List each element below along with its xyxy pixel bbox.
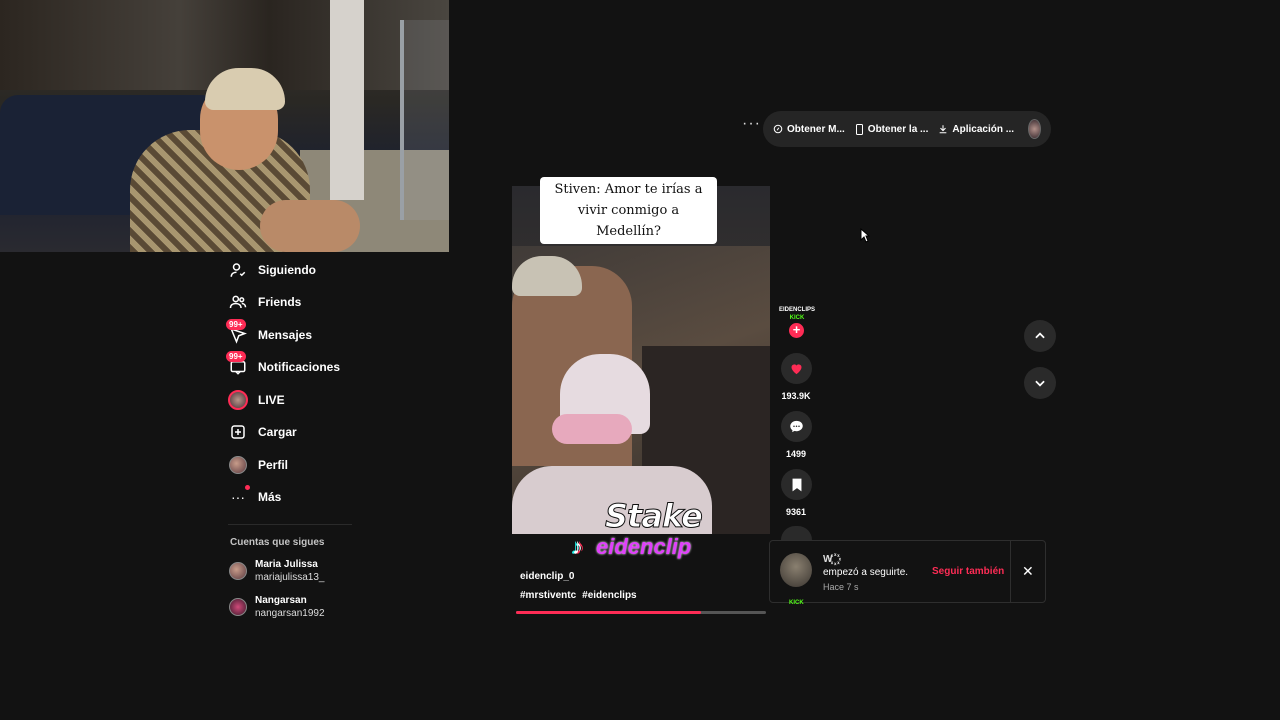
sidebar-item-notifications[interactable]: 99+ Notificaciones (226, 351, 341, 379)
sidebar-item-upload[interactable]: Cargar (228, 420, 297, 444)
next-video-button[interactable] (1024, 367, 1056, 399)
author-badge-text: EIDENCLIPS (779, 307, 816, 313)
share-button[interactable] (781, 526, 812, 540)
account-name: Nangarsan (255, 595, 307, 606)
phone-icon (855, 123, 863, 135)
notification-message: empezó a seguirte. (823, 567, 909, 578)
top-more-button[interactable]: ··· (742, 115, 761, 133)
account-name: Maria Julissa (255, 559, 318, 570)
close-icon[interactable]: ✕ (1022, 563, 1034, 580)
sidebar-divider (228, 524, 352, 525)
get-app-button[interactable]: Obtener la ... (855, 123, 929, 135)
following-account[interactable]: Maria Julissa mariajulissa13_ (229, 559, 324, 583)
sponsor-watermark: Stake (605, 497, 704, 536)
hashtag-link[interactable]: #mrstiventc (520, 590, 576, 601)
like-button[interactable] (781, 353, 812, 384)
mouse-cursor-icon (860, 228, 870, 243)
chevron-down-icon (1035, 380, 1045, 387)
notifications-badge: 99+ (226, 351, 246, 362)
live-icon (228, 390, 248, 410)
download-icon (940, 125, 947, 134)
messages-icon: 99+ (226, 319, 248, 345)
sidebar-item-label: Mensajes (258, 328, 313, 342)
follow-back-button[interactable]: Seguir también (932, 566, 1004, 577)
top-toolbar: Obtener M... Obtener la ... Aplicación .… (763, 111, 1051, 147)
follow-author-button[interactable]: + (789, 323, 804, 338)
sidebar-item-label: Perfil (258, 458, 289, 472)
comment-count: 1499 (785, 449, 807, 459)
notifications-icon: 99+ (226, 351, 248, 377)
upload-icon (228, 422, 248, 442)
hashtag-link[interactable]: #eidenclips (582, 590, 636, 601)
sidebar-item-label: Cargar (258, 425, 297, 439)
following-accounts-title: Cuentas que sigues (230, 537, 325, 548)
get-app-label: Obtener la ... (867, 123, 929, 135)
account-username: mariajulissa13_ (255, 572, 325, 583)
notification-divider (1010, 541, 1011, 602)
bookmark-icon (792, 478, 801, 491)
sidebar-item-label: Notificaciones (258, 360, 341, 374)
get-coins-button[interactable]: Obtener M... (773, 124, 845, 135)
account-avatar (229, 598, 247, 616)
watermark-text: eidenclip (596, 534, 692, 559)
video-caption-overlay: Stiven: Amor te irías a vivir conmigo a … (540, 177, 717, 244)
follower-avatar[interactable] (780, 553, 812, 587)
sidebar-item-more[interactable]: ··· Más (228, 485, 281, 509)
following-account[interactable]: Nangarsan nangarsan1992 (229, 595, 325, 619)
sidebar-item-label: LIVE (258, 393, 285, 407)
save-button[interactable] (781, 469, 812, 500)
sidebar-item-live[interactable]: LIVE (228, 388, 285, 412)
sidebar-item-profile[interactable]: Perfil (228, 453, 288, 477)
messages-badge: 99+ (226, 319, 246, 330)
comment-icon (790, 420, 803, 433)
webcam-overlay (0, 0, 449, 252)
video-progress-fill (516, 611, 701, 614)
user-avatar[interactable] (1028, 119, 1041, 139)
video-hashtags: #mrstiventc #eidenclips (520, 590, 637, 601)
kick-badge-peek: KICK (789, 600, 804, 606)
account-username: nangarsan1992 (255, 608, 325, 619)
account-avatar (229, 562, 247, 580)
sidebar-item-label: Más (258, 490, 282, 504)
more-icon: ··· (228, 485, 250, 507)
tiktok-logo-icon: ♪ (572, 534, 583, 559)
previous-video-button[interactable] (1024, 320, 1056, 352)
sidebar-item-friends[interactable]: Friends (228, 290, 301, 314)
following-icon (228, 260, 248, 280)
save-count: 9361 (785, 507, 807, 517)
sidebar-item-messages[interactable]: 99+ Mensajes (226, 319, 313, 347)
follower-name: W ꙰ (823, 554, 836, 565)
sidebar-item-following[interactable]: Siguiendo (228, 258, 316, 282)
follow-notification: W ꙰ empezó a seguirte. Hace 7 s Seguir t… (769, 540, 1046, 603)
like-count: 193.9K (781, 391, 811, 401)
coin-icon (773, 124, 783, 134)
heart-icon (791, 364, 802, 375)
sidebar-item-label: Siguiendo (258, 263, 316, 277)
video-progress-bar[interactable] (516, 611, 766, 614)
video-author[interactable]: eidenclip_0 (520, 571, 574, 582)
notification-time: Hace 7 s (823, 582, 859, 592)
chevron-up-icon (1035, 332, 1045, 339)
profile-avatar (228, 455, 248, 475)
comment-button[interactable] (781, 411, 812, 442)
author-badge-kick: KICK (789, 315, 805, 321)
tiktok-watermark: ♪ eidenclip (572, 534, 691, 560)
sidebar-item-label: Friends (258, 295, 302, 309)
get-coins-label: Obtener M... (787, 123, 845, 135)
desktop-app-label: Aplicación ... (952, 123, 1015, 135)
desktop-app-button[interactable]: Aplicación ... (938, 124, 1014, 135)
friends-icon (228, 292, 248, 312)
